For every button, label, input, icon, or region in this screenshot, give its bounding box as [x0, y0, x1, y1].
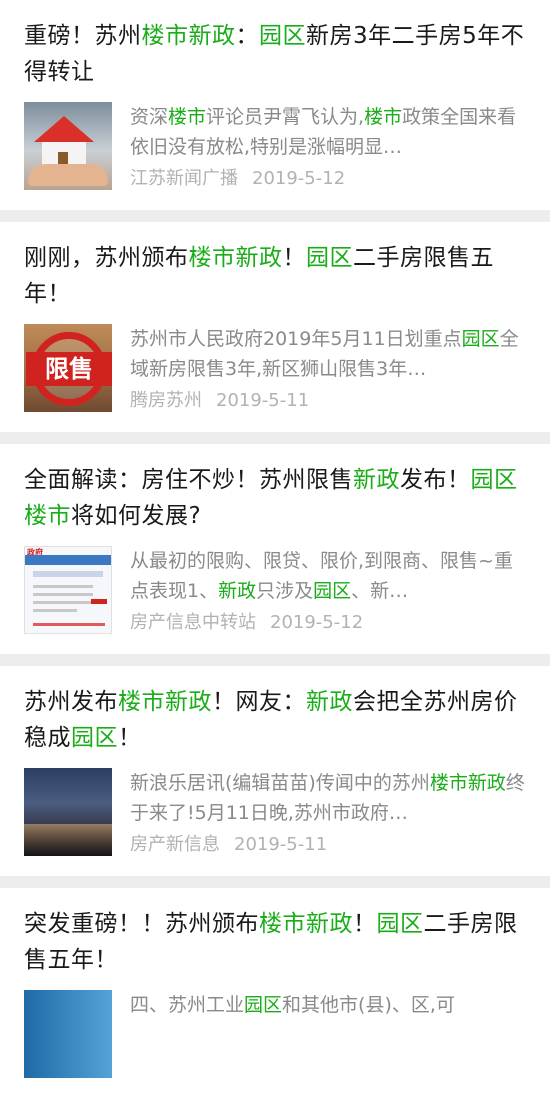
snippet-keyword: 园区 [244, 994, 283, 1016]
snippet-segment: 只涉及 [256, 580, 314, 602]
restricted-sale-image[interactable]: 限售 [24, 324, 112, 412]
document-text-line [33, 593, 93, 596]
article-snippet: 苏州市人民政府2019年5月11日划重点园区全域新房限售3年,新区狮山限售3年… [130, 324, 526, 384]
title-keyword: 园区 [306, 245, 353, 271]
article-snippet: 资深楼市评论员尹霄飞认为,楼市政策全国来看依旧没有放松,特别是涨幅明显… [130, 102, 526, 162]
article-meta: 腾房苏州 2019-5-11 [130, 386, 526, 416]
title-keyword: 园区 [71, 725, 118, 751]
document-header-bar [25, 555, 111, 565]
article-body: 政府 从最初的限购、限贷、限价,到限商、限售~重点表现1、新政只涉及园区、新… … [24, 546, 526, 638]
document-text-line [33, 609, 77, 612]
article-list: 重磅！苏州楼市新政：园区新房3年二手房5年不得转让 资深楼市评论员尹霄飞认为,楼… [0, 0, 550, 1094]
title-keyword: 楼市新政 [118, 689, 212, 715]
title-segment: ！ [282, 245, 306, 271]
government-document-image[interactable]: 政府 [24, 546, 112, 634]
article-date: 2019-5-11 [216, 390, 310, 411]
title-keyword: 楼市新政 [259, 911, 353, 937]
hands-shape [28, 164, 108, 186]
title-segment: 刚刚，苏州颁布 [24, 245, 189, 271]
restricted-sale-label: 限售 [26, 352, 112, 386]
title-keyword: 新政 [353, 467, 400, 493]
document-subheader-bar [33, 571, 103, 577]
title-segment: ！ [353, 911, 377, 937]
city-lights-glow [24, 824, 112, 856]
document-text-line [33, 585, 93, 588]
document-text-line [33, 623, 105, 626]
article-source: 腾房苏州 [130, 390, 202, 411]
snippet-keyword: 楼市 [168, 106, 207, 128]
city-night-image[interactable] [24, 768, 112, 856]
article-title[interactable]: 突发重磅！！苏州颁布楼市新政！园区二手房限售五年！ [24, 906, 526, 978]
snippet-keyword: 楼市 [364, 106, 403, 128]
title-segment: 全面解读：房住不炒！苏州限售 [24, 467, 353, 493]
article-title[interactable]: 全面解读：房住不炒！苏州限售新政发布！园区楼市将如何发展? [24, 462, 526, 534]
title-segment: ！ [118, 725, 142, 751]
title-segment: ： [235, 23, 259, 49]
article-source: 房产新信息 [130, 834, 220, 855]
article-card[interactable]: 苏州发布楼市新政！网友：新政会把全苏州房价稳成园区！ 新浪乐居讯(编辑苗苗)传闻… [0, 666, 550, 876]
title-keyword: 楼市新政 [141, 23, 236, 49]
article-source: 房产信息中转站 [130, 612, 256, 633]
snippet-keyword: 园区 [461, 328, 500, 350]
article-body: 限售 苏州市人民政府2019年5月11日划重点园区全域新房限售3年,新区狮山限售… [24, 324, 526, 416]
title-keyword: 园区 [259, 23, 306, 49]
article-text: 资深楼市评论员尹霄飞认为,楼市政策全国来看依旧没有放松,特别是涨幅明显… 江苏新… [130, 102, 526, 194]
article-snippet: 四、苏州工业园区和其他市(县)、区,可 [130, 990, 526, 1050]
article-body: 新浪乐居讯(编辑苗苗)传闻中的苏州楼市新政终于来了!5月11日晚,苏州市政府… … [24, 768, 526, 860]
article-text: 四、苏州工业园区和其他市(县)、区,可 [130, 990, 526, 1050]
snippet-segment: 四、苏州工业 [130, 994, 245, 1016]
snippet-keyword: 楼市新政 [429, 772, 506, 794]
article-text: 新浪乐居讯(编辑苗苗)传闻中的苏州楼市新政终于来了!5月11日晚,苏州市政府… … [130, 768, 526, 860]
article-date: 2019-5-11 [234, 834, 328, 855]
title-segment: 突发重磅！！苏州颁布 [24, 911, 259, 937]
snippet-segment: 评论员尹霄飞认为, [206, 106, 365, 128]
article-text: 从最初的限购、限贷、限价,到限商、限售~重点表现1、新政只涉及园区、新… 房产信… [130, 546, 526, 638]
snippet-segment: 资深 [130, 106, 169, 128]
title-keyword: 园区 [376, 911, 424, 937]
article-title[interactable]: 刚刚，苏州颁布楼市新政！园区二手房限售五年！ [24, 240, 526, 312]
article-body: 资深楼市评论员尹霄飞认为,楼市政策全国来看依旧没有放松,特别是涨幅明显… 江苏新… [24, 102, 526, 194]
house-roof-shape [34, 116, 94, 142]
house-in-hands-image[interactable] [24, 102, 112, 190]
title-segment: 将如何发展? [71, 503, 202, 529]
snippet-keyword: 园区 [313, 580, 352, 602]
document-text-line [33, 601, 93, 604]
article-snippet: 新浪乐居讯(编辑苗苗)传闻中的苏州楼市新政终于来了!5月11日晚,苏州市政府… [130, 768, 526, 828]
snippet-segment: 苏州市人民政府2019年5月11日划重点 [130, 328, 462, 350]
title-segment: 重磅！苏州 [24, 23, 142, 49]
article-title[interactable]: 苏州发布楼市新政！网友：新政会把全苏州房价稳成园区！ [24, 684, 526, 756]
document-red-mark [91, 599, 107, 604]
title-keyword: 新政 [306, 689, 353, 715]
article-card[interactable]: 突发重磅！！苏州颁布楼市新政！园区二手房限售五年！ 四、苏州工业园区和其他市(县… [0, 888, 550, 1094]
city-skyline-image[interactable] [24, 990, 112, 1078]
article-meta: 房产信息中转站 2019-5-12 [130, 608, 526, 638]
article-meta: 江苏新闻广播 2019-5-12 [130, 164, 526, 194]
article-card[interactable]: 刚刚，苏州颁布楼市新政！园区二手房限售五年！ 限售 苏州市人民政府2019年5月… [0, 222, 550, 432]
article-date: 2019-5-12 [252, 168, 346, 189]
article-body: 四、苏州工业园区和其他市(县)、区,可 [24, 990, 526, 1078]
article-meta: 房产新信息 2019-5-11 [130, 830, 526, 860]
title-segment: ！网友： [212, 689, 306, 715]
snippet-segment: 新浪乐居讯(编辑苗苗)传闻中的苏州 [130, 772, 430, 794]
article-date: 2019-5-12 [270, 612, 364, 633]
article-title[interactable]: 重磅！苏州楼市新政：园区新房3年二手房5年不得转让 [24, 18, 526, 90]
article-card[interactable]: 重磅！苏州楼市新政：园区新房3年二手房5年不得转让 资深楼市评论员尹霄飞认为,楼… [0, 0, 550, 210]
article-text: 苏州市人民政府2019年5月11日划重点园区全域新房限售3年,新区狮山限售3年…… [130, 324, 526, 416]
title-segment: 苏州发布 [24, 689, 118, 715]
snippet-keyword: 新政 [218, 580, 257, 602]
article-source: 江苏新闻广播 [130, 168, 238, 189]
article-snippet: 从最初的限购、限贷、限价,到限商、限售~重点表现1、新政只涉及园区、新… [130, 546, 526, 606]
snippet-segment: 、新… [351, 580, 409, 602]
article-card[interactable]: 全面解读：房住不炒！苏州限售新政发布！园区楼市将如何发展? 政府 从最初的限购、… [0, 444, 550, 654]
snippet-segment: 和其他市(县)、区,可 [282, 994, 455, 1016]
title-keyword: 楼市新政 [188, 245, 283, 271]
title-segment: 发布！ [400, 467, 471, 493]
